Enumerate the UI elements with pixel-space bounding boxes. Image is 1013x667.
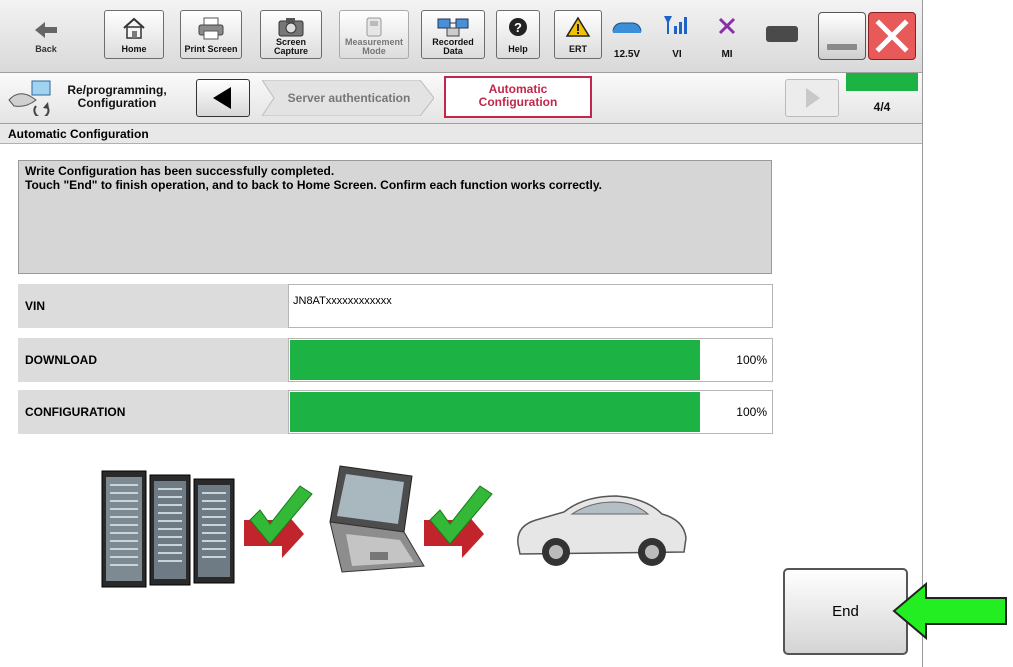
- vin-label: VIN: [18, 284, 288, 328]
- vi-label: VI: [672, 49, 682, 60]
- toolbar: Back Home Print Screen Screen Capture Me…: [0, 0, 922, 73]
- download-progress-fill: [290, 340, 700, 380]
- page-indicator: 4/4: [873, 100, 891, 114]
- back-label: Back: [35, 44, 57, 54]
- help-label: Help: [508, 44, 528, 54]
- configuration-progress-fill: [290, 392, 700, 432]
- print-screen-label: Print Screen: [184, 44, 238, 54]
- download-percent: 100%: [736, 353, 767, 367]
- server-rack-icon: [101, 470, 235, 588]
- mi-label: MI: [721, 49, 733, 60]
- battery-voltage-status: 12.5V: [608, 16, 646, 60]
- measurement-mode-button[interactable]: Measurement Mode: [339, 10, 409, 59]
- page-title: Automatic Configuration: [0, 124, 922, 144]
- close-icon: [875, 19, 909, 53]
- download-progress-bar: 100%: [288, 338, 773, 382]
- configuration-progress-bar: 100%: [288, 390, 773, 434]
- callout-arrow-icon: [892, 581, 1007, 641]
- vin-value: JN8ATxxxxxxxxxxxx: [288, 284, 773, 328]
- laptop-icon: [329, 465, 425, 573]
- battery-icon: [766, 26, 798, 42]
- navigation-bar: Re/programming, Configuration Server aut…: [0, 73, 922, 124]
- status-message: Write Configuration has been successfull…: [18, 160, 772, 274]
- recorded-data-button[interactable]: Recorded Data: [421, 10, 485, 59]
- warning-icon: [565, 16, 591, 37]
- help-button[interactable]: ? Help: [496, 10, 540, 59]
- step-server-label: Server authentication: [287, 91, 411, 105]
- signal-icon: [664, 16, 687, 34]
- svg-text:?: ?: [514, 20, 522, 35]
- mi-x-icon: [718, 17, 736, 35]
- breadcrumb-reprogramming: Re/programming, Configuration: [67, 83, 167, 110]
- previous-step-button[interactable]: [196, 79, 250, 117]
- back-button[interactable]: Back: [6, 14, 86, 56]
- car-illustration-icon: [517, 495, 687, 566]
- help-icon: ?: [509, 18, 527, 36]
- step-server-authentication: Server authentication: [262, 80, 434, 116]
- printer-icon: [198, 17, 224, 40]
- home-button[interactable]: Home: [104, 10, 164, 59]
- status-message-text: Write Configuration has been successfull…: [25, 164, 603, 192]
- voltage-label: 12.5V: [613, 49, 641, 60]
- vi-status: VI: [658, 16, 696, 60]
- minimize-icon: [827, 44, 857, 50]
- camera-icon: [278, 18, 304, 37]
- screen-capture-button[interactable]: Screen Capture: [260, 10, 322, 59]
- mi-status: MI: [708, 16, 746, 60]
- arrow-left-icon: [213, 87, 231, 109]
- screen-capture-label: Screen Capture: [273, 37, 308, 56]
- back-arrow-icon: [35, 22, 57, 38]
- configuration-label: CONFIGURATION: [18, 390, 288, 434]
- recorded-data-label: Recorded Data: [432, 37, 474, 56]
- success-transfer-icon-1: [244, 485, 313, 558]
- reprogramming-icon: [8, 80, 51, 116]
- ert-label: ERT: [569, 44, 587, 54]
- step-progress-bar: [846, 73, 918, 91]
- step-progress-fill: [846, 73, 918, 91]
- home-label: Home: [121, 44, 147, 54]
- home-icon: [123, 17, 145, 39]
- minimize-button[interactable]: [818, 12, 866, 60]
- download-label: DOWNLOAD: [18, 338, 288, 382]
- step-automatic-configuration: Automatic Configuration: [444, 76, 592, 118]
- app-window: Back Home Print Screen Screen Capture Me…: [0, 0, 923, 667]
- close-button[interactable]: [868, 12, 916, 60]
- process-illustration: [100, 460, 700, 590]
- configuration-percent: 100%: [736, 405, 767, 419]
- meter-icon: [366, 17, 382, 37]
- next-step-button[interactable]: [785, 79, 839, 117]
- arrow-right-icon: [806, 88, 820, 108]
- car-icon: [612, 22, 642, 33]
- measurement-mode-label: Measurement Mode: [344, 37, 404, 56]
- ert-button[interactable]: ERT: [554, 10, 602, 59]
- success-transfer-icon-2: [424, 485, 493, 558]
- print-screen-button[interactable]: Print Screen: [180, 10, 242, 59]
- recorded-data-icon: [437, 18, 469, 37]
- step-auto-label: Automatic Configuration: [478, 82, 558, 109]
